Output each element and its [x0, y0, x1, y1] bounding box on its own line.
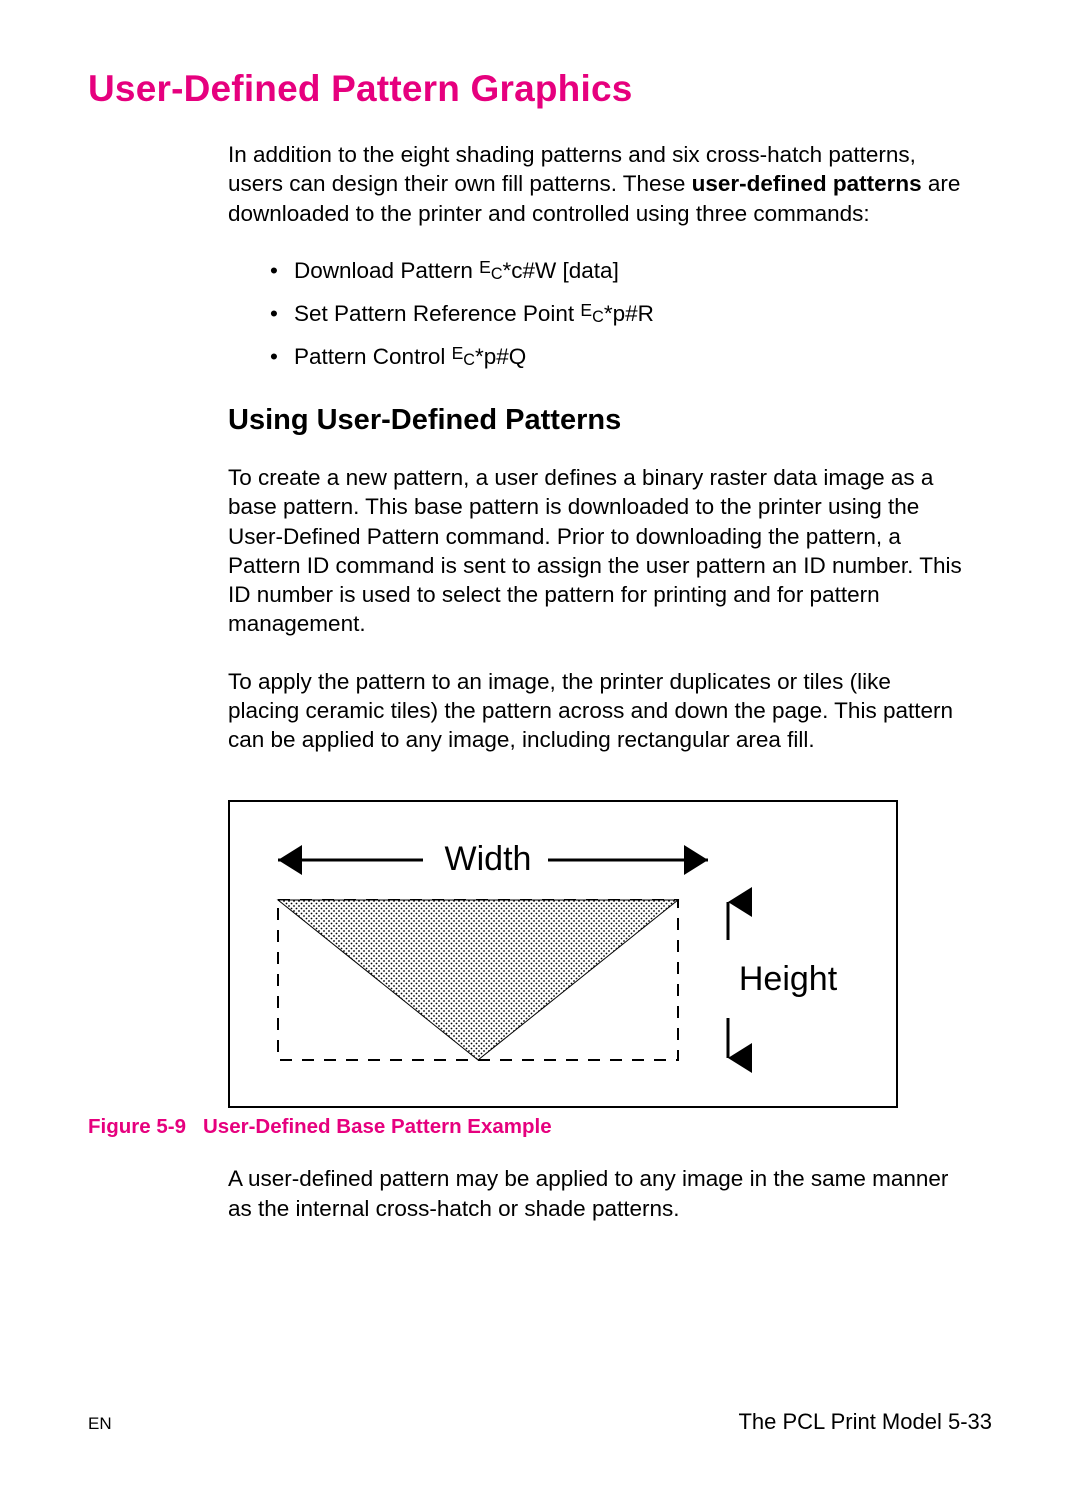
- triangle-pattern: [278, 900, 678, 1060]
- figure-box: Width Height: [228, 800, 898, 1107]
- body-column: In addition to the eight shading pattern…: [228, 140, 968, 1223]
- escape-prefix: E: [479, 257, 491, 277]
- cmd-tail: *p#Q: [475, 344, 526, 369]
- page: User-Defined Pattern Graphics In additio…: [0, 0, 1080, 1495]
- list-item: Download Pattern EC*c#W [data]: [270, 256, 968, 285]
- intro-bold: user-defined patterns: [692, 171, 922, 196]
- cmd-tail: *p#R: [604, 301, 654, 326]
- footer-right: The PCL Print Model 5-33: [738, 1409, 992, 1435]
- paragraph-1: To create a new pattern, a user defines …: [228, 463, 968, 639]
- section-heading: User-Defined Pattern Graphics: [88, 68, 992, 110]
- escape-c: C: [592, 308, 604, 326]
- escape-prefix: E: [580, 300, 592, 320]
- figure-label: Figure 5-9: [88, 1114, 203, 1141]
- cmd-pre: Pattern Control: [294, 344, 452, 369]
- footer-left: EN: [88, 1414, 112, 1434]
- escape-c: C: [491, 265, 503, 283]
- paragraph-2: To apply the pattern to an image, the pr…: [228, 667, 968, 755]
- height-label: Height: [739, 960, 838, 998]
- figure: Width Height Figure 5-9 User-Defined Bas…: [228, 800, 968, 1140]
- cmd-tail: *c#W [data]: [503, 258, 619, 283]
- escape-c: C: [463, 351, 475, 369]
- width-label: Width: [445, 840, 532, 878]
- pattern-diagram: Width Height: [248, 830, 878, 1080]
- figure-caption: Figure 5-9 User-Defined Base Pattern Exa…: [228, 1114, 968, 1141]
- escape-prefix: E: [452, 343, 464, 363]
- paragraph-3: A user-defined pattern may be applied to…: [228, 1164, 968, 1223]
- cmd-pre: Set Pattern Reference Point: [294, 301, 580, 326]
- cmd-pre: Download Pattern: [294, 258, 479, 283]
- list-item: Set Pattern Reference Point EC*p#R: [270, 299, 968, 328]
- figure-title: User-Defined Base Pattern Example: [203, 1114, 552, 1141]
- intro-paragraph: In addition to the eight shading pattern…: [228, 140, 968, 228]
- list-item: Pattern Control EC*p#Q: [270, 342, 968, 371]
- subsection-heading: Using User-Defined Patterns: [228, 402, 968, 440]
- command-list: Download Pattern EC*c#W [data] Set Patte…: [228, 256, 968, 372]
- page-footer: EN The PCL Print Model 5-33: [88, 1409, 992, 1435]
